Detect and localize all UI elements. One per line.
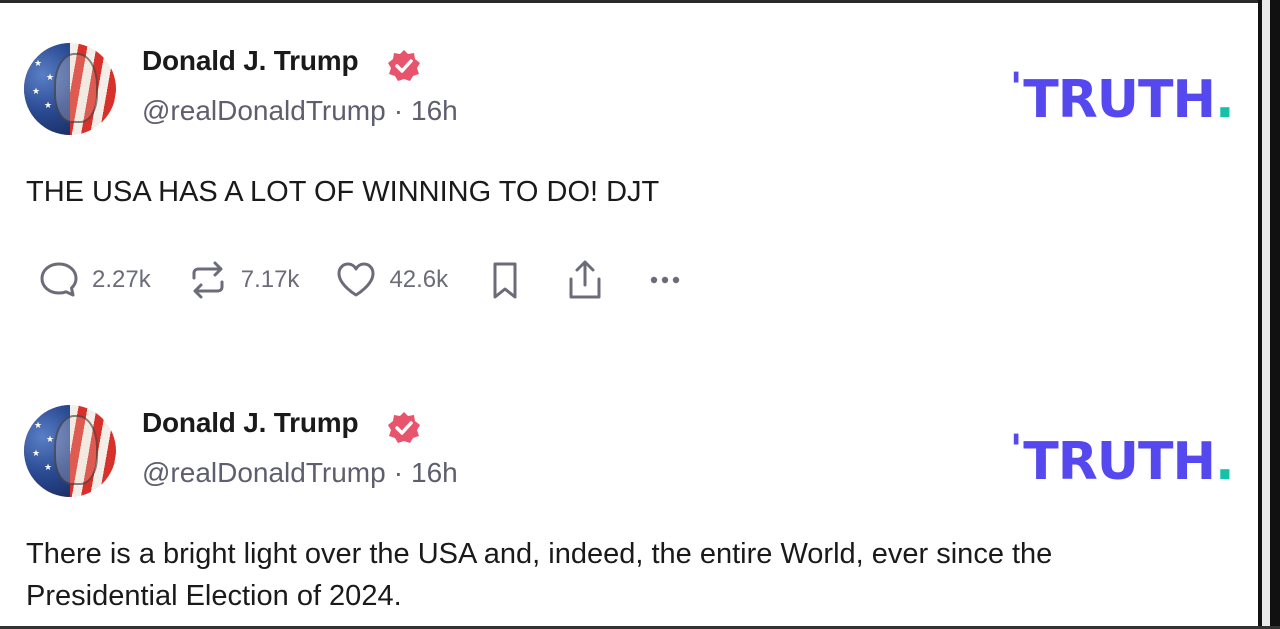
scrollbar-thumb[interactable]	[1262, 0, 1270, 629]
separator: ·	[393, 95, 404, 126]
retruth-button[interactable]: 7.17k	[185, 257, 300, 303]
author-handle[interactable]: @realDonaldTrump	[142, 95, 386, 126]
post-time[interactable]: 16h	[411, 95, 458, 126]
share-icon	[569, 260, 601, 299]
author-handle[interactable]: @realDonaldTrump	[142, 457, 386, 488]
more-button[interactable]	[642, 257, 688, 303]
like-button[interactable]: 42.6k	[333, 257, 448, 303]
verified-badge-icon	[388, 50, 420, 81]
post-actions: 2.27k 7.17k 42.6k	[36, 255, 722, 305]
retruth-count: 7.17k	[240, 266, 300, 293]
separator: ·	[393, 457, 404, 488]
reply-count: 2.27k	[92, 266, 151, 293]
scrollbar-track[interactable]	[1258, 0, 1280, 629]
handle-row: @realDonaldTrump · 16h	[142, 95, 458, 127]
retruth-icon	[192, 261, 224, 299]
reply-button[interactable]: 2.27k	[36, 257, 151, 303]
post-text: There is a bright light over the USA and…	[26, 533, 1256, 617]
post-text: THE USA HAS A LOT OF WINNING TO DO! DJT	[26, 176, 660, 208]
bookmark-button[interactable]	[482, 257, 528, 303]
share-button[interactable]	[562, 257, 608, 303]
avatar[interactable]: ★ ★ ★ ★	[24, 43, 116, 135]
author-name[interactable]: Donald J. Trump	[142, 45, 359, 77]
like-icon	[337, 262, 375, 297]
like-count: 42.6k	[389, 266, 449, 293]
bookmark-icon	[493, 262, 517, 299]
author-name[interactable]: Donald J. Trump	[142, 407, 359, 439]
verified-badge-icon	[388, 412, 420, 443]
handle-row: @realDonaldTrump · 16h	[142, 457, 458, 489]
avatar[interactable]: ★ ★ ★ ★	[24, 405, 116, 497]
reply-icon	[40, 262, 78, 297]
truth-logo: 'TRUTH.	[1010, 427, 1235, 492]
post-time[interactable]: 16h	[411, 457, 458, 488]
post-text-line: There is a bright light over the USA and…	[26, 538, 1053, 570]
feed: ★ ★ ★ ★ Donald J. Trump @realDonaldTrump…	[0, 3, 1258, 626]
more-icon	[650, 276, 680, 284]
post-text-line: Presidential Election of 2024.	[26, 580, 402, 612]
truth-logo: 'TRUTH.	[1010, 65, 1235, 130]
